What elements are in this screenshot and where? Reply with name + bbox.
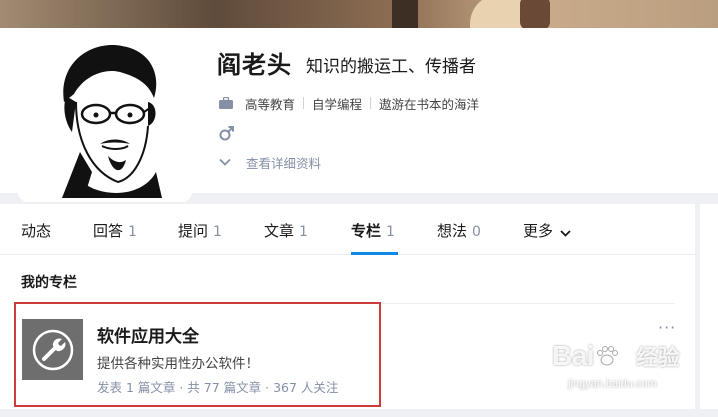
tab-articles[interactable]: 文章 1 — [264, 220, 308, 241]
tab-columns[interactable]: 专栏 1 — [351, 220, 395, 241]
profile-header-card: 阎老头 知识的搬运工、传播者 高等教育 自学编程 遨游在书本的海洋 查看详细资料 — [0, 28, 718, 198]
tab-more[interactable]: 更多 — [523, 220, 571, 241]
avatar[interactable] — [22, 32, 188, 198]
more-options-button[interactable]: ··· — [658, 318, 676, 337]
tab-answers[interactable]: 回答 1 — [93, 220, 137, 241]
profile-content-card: 动态 回答 1 提问 1 文章 1 专栏 1 想法 0 更多 我的专栏 软件应用… — [0, 204, 695, 409]
divider — [303, 97, 305, 109]
view-profile-details-link[interactable]: 查看详细资料 — [219, 154, 322, 171]
column-stats: 发表 1 篇文章 · 共 77 篇文章 · 367 人关注 — [97, 380, 339, 395]
tab-questions[interactable]: 提问 1 — [178, 220, 222, 241]
tab-count: 0 — [472, 224, 481, 240]
avatar-portrait-icon — [22, 32, 188, 198]
tab-label: 更多 — [523, 222, 554, 240]
section-title: 我的专栏 — [21, 275, 77, 291]
wrench-icon — [22, 319, 83, 380]
tab-label: 专栏 — [351, 222, 382, 240]
chevron-down-icon — [219, 154, 235, 170]
active-tab-indicator — [351, 252, 398, 255]
profile-industry[interactable]: 高等教育 — [245, 94, 295, 113]
briefcase-icon — [219, 95, 235, 111]
profile-headline: 知识的搬运工、传播者 — [306, 57, 476, 77]
tab-count: 1 — [128, 224, 137, 240]
male-icon — [219, 125, 235, 141]
cover-figure — [392, 0, 418, 30]
tab-count: 1 — [213, 224, 222, 240]
tab-count: 1 — [299, 224, 308, 240]
tab-label: 想法 — [437, 222, 468, 240]
profile-school[interactable]: 遨游在书本的海洋 — [379, 94, 479, 113]
tab-count: 1 — [386, 224, 395, 240]
tab-label: 文章 — [264, 222, 295, 240]
profile-cover-banner — [0, 0, 718, 30]
column-list-item[interactable]: 软件应用大全 提供各种实用性办公软件！ 发表 1 篇文章 · 共 77 篇文章 … — [14, 302, 381, 407]
profile-info-row: 高等教育 自学编程 遨游在书本的海洋 — [219, 94, 479, 113]
divider — [370, 97, 372, 109]
tab-label: 提问 — [178, 222, 209, 240]
column-description: 提供各种实用性办公软件！ — [97, 356, 259, 372]
tab-label: 动态 — [21, 222, 52, 240]
tab-label: 回答 — [93, 222, 124, 240]
profile-major[interactable]: 自学编程 — [312, 94, 362, 113]
tab-thoughts[interactable]: 想法 0 — [437, 220, 481, 241]
profile-name: 阎老头 — [217, 51, 292, 79]
profile-tabs: 动态 回答 1 提问 1 文章 1 专栏 1 想法 0 更多 — [0, 204, 695, 255]
sidebar-edge — [700, 204, 718, 409]
column-title[interactable]: 软件应用大全 — [97, 322, 199, 347]
cover-figure — [520, 0, 550, 30]
chevron-down-icon — [560, 223, 571, 241]
tab-activities[interactable]: 动态 — [21, 220, 51, 241]
view-details-label: 查看详细资料 — [246, 155, 322, 171]
